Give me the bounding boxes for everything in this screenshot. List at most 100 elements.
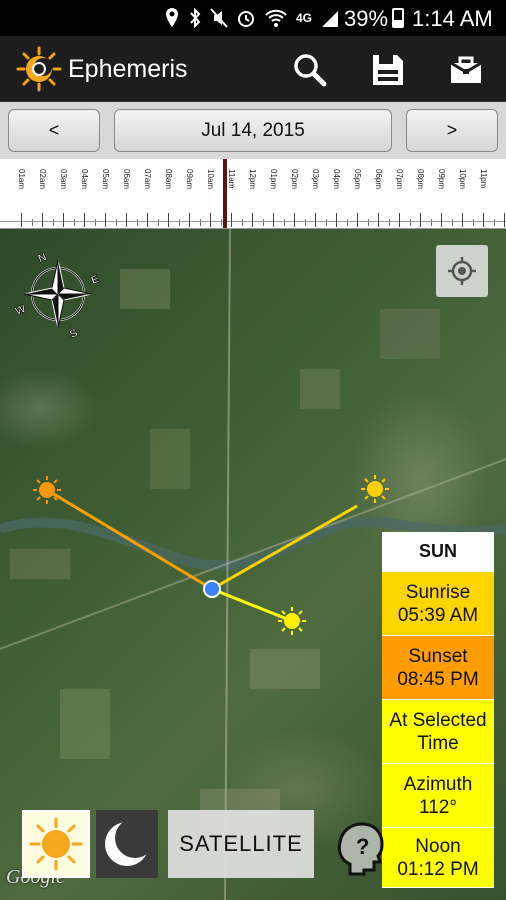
azimuth-cell[interactable]: Azimuth 112° bbox=[382, 764, 494, 828]
noon-cell[interactable]: Noon 01:12 PM bbox=[382, 828, 494, 888]
sunset-cell[interactable]: Sunset 08:45 PM bbox=[382, 636, 494, 700]
bluetooth-icon bbox=[190, 7, 201, 29]
timeline-hour-label: 06am bbox=[122, 169, 131, 190]
app-bar: Ephemeris bbox=[0, 36, 506, 102]
timeline-minor-tick bbox=[430, 219, 432, 226]
sunrise-cell[interactable]: Sunrise 05:39 AM bbox=[382, 572, 494, 636]
timeline-minor-tick bbox=[199, 219, 201, 226]
location-pin-icon[interactable] bbox=[203, 580, 221, 598]
timeline-hour-tick bbox=[126, 213, 127, 227]
moon-mode-button[interactable] bbox=[96, 810, 158, 878]
timeline-hour-label: 08pm bbox=[416, 169, 425, 190]
timeline-hour-label: 08am bbox=[164, 169, 173, 190]
map-type-button[interactable]: SATELLITE bbox=[168, 810, 314, 878]
timeline-hour-label: 09pm bbox=[437, 169, 446, 190]
selected-time-cell[interactable]: At Selected Time bbox=[382, 700, 494, 764]
timeline-minor-tick bbox=[136, 219, 138, 226]
timeline-hour-tick bbox=[483, 213, 484, 227]
timeline-hour-tick bbox=[504, 213, 505, 227]
timeline-minor-tick bbox=[115, 219, 117, 226]
sunset-direction-line bbox=[211, 504, 358, 591]
timeline-hour-label: 06pm bbox=[374, 169, 383, 190]
current-sun-marker-icon bbox=[278, 607, 306, 635]
timeline-minor-tick bbox=[451, 219, 453, 226]
previous-day-button[interactable]: < bbox=[8, 109, 100, 152]
timeline-hour-tick bbox=[462, 213, 463, 227]
timeline-hour-tick bbox=[399, 213, 400, 227]
timeline-minor-tick bbox=[367, 219, 369, 226]
help-head-icon: ? bbox=[337, 822, 384, 876]
timeline-hour-label: 04pm bbox=[332, 169, 341, 190]
sunset-label: Sunset bbox=[408, 645, 468, 667]
wifi-icon bbox=[265, 9, 287, 27]
timeline-hour-label: 01pm bbox=[269, 169, 278, 190]
timeline-minor-tick bbox=[283, 219, 285, 226]
timeline-hour-tick bbox=[84, 213, 85, 227]
save-button[interactable] bbox=[366, 48, 410, 92]
timeline-hour-label: 10pm bbox=[458, 169, 467, 190]
azimuth-label: Azimuth bbox=[403, 773, 473, 795]
timeline-hour-tick bbox=[336, 213, 337, 227]
help-button[interactable]: ? bbox=[334, 820, 386, 876]
noon-label: Noon bbox=[415, 835, 461, 857]
timeline-hour-label: 02am bbox=[38, 169, 47, 190]
timeline-hour-label: 10am bbox=[206, 169, 215, 190]
timeline-hour-tick bbox=[252, 213, 253, 227]
timeline-minor-tick bbox=[304, 219, 306, 226]
time-slider[interactable]: 01am 02am 03am 04am 05am 06am 07am 08am 09am 10am… bbox=[0, 159, 506, 229]
timeline-minor-tick bbox=[493, 219, 495, 226]
timeline-hour-tick bbox=[420, 213, 421, 227]
timeline-hour-tick bbox=[378, 213, 379, 227]
date-selector[interactable]: Jul 14, 2015 bbox=[114, 109, 392, 152]
sun-info-panel: SUN Sunrise 05:39 AM Sunset 08:45 PM At … bbox=[382, 532, 494, 888]
sun-icon bbox=[29, 817, 83, 871]
compass-north-label: N bbox=[37, 251, 49, 265]
sunset-marker-icon bbox=[361, 475, 389, 503]
status-bar: 4G 39% 1:14 AM bbox=[0, 0, 506, 36]
field-patches bbox=[10, 269, 440, 839]
status-clock: 1:14 AM bbox=[412, 6, 493, 31]
time-cursor[interactable] bbox=[223, 159, 227, 228]
briefcase-button[interactable] bbox=[444, 48, 488, 92]
timeline-minor-tick bbox=[325, 219, 327, 226]
timeline-minor-tick bbox=[157, 219, 159, 226]
location-icon bbox=[166, 8, 178, 27]
compass-south-label: S bbox=[68, 327, 79, 341]
timeline-hour-label: 05am bbox=[101, 169, 110, 190]
sunrise-time: 05:39 AM bbox=[397, 604, 479, 626]
alarm-icon bbox=[238, 11, 254, 27]
app-logo-icon bbox=[16, 46, 62, 92]
date-bar: < Jul 14, 2015 > bbox=[0, 102, 506, 159]
timeline-hour-tick bbox=[231, 213, 232, 227]
status-icons: 4G bbox=[164, 6, 340, 30]
moon-icon bbox=[105, 818, 153, 866]
timeline-hour-tick bbox=[42, 213, 43, 227]
current-sun-direction-line bbox=[211, 587, 293, 623]
compass-rose-icon[interactable]: N E S W bbox=[0, 236, 117, 357]
compass-west-label: W bbox=[13, 302, 28, 317]
selected-time-label-2: Time bbox=[417, 732, 459, 754]
timeline-minor-tick bbox=[241, 219, 243, 226]
next-day-button[interactable]: > bbox=[406, 109, 498, 152]
sun-mode-button[interactable] bbox=[22, 810, 90, 878]
timeline-minor-tick bbox=[52, 219, 54, 226]
timeline-minor-tick bbox=[388, 219, 390, 226]
timeline-hour-label: 05pm bbox=[353, 169, 362, 190]
sunset-time: 08:45 PM bbox=[397, 668, 479, 690]
timeline-hour-tick bbox=[147, 213, 148, 227]
mute-icon bbox=[210, 8, 228, 28]
timeline-hour-tick bbox=[294, 213, 295, 227]
app-title: Ephemeris bbox=[68, 55, 188, 83]
timeline-minor-tick bbox=[31, 219, 33, 226]
timeline-minor-tick bbox=[73, 219, 75, 226]
timeline-hour-label: 11pm bbox=[479, 169, 488, 189]
selected-time-label: At Selected bbox=[389, 709, 487, 731]
search-button[interactable] bbox=[288, 48, 332, 92]
my-location-button[interactable] bbox=[436, 245, 488, 297]
briefcase-icon bbox=[450, 56, 482, 83]
timeline-minor-tick bbox=[262, 219, 264, 226]
battery-icon bbox=[392, 8, 404, 28]
timeline-hour-label: 03am bbox=[59, 169, 68, 190]
timeline-hour-tick bbox=[168, 213, 169, 227]
save-icon bbox=[373, 55, 403, 85]
